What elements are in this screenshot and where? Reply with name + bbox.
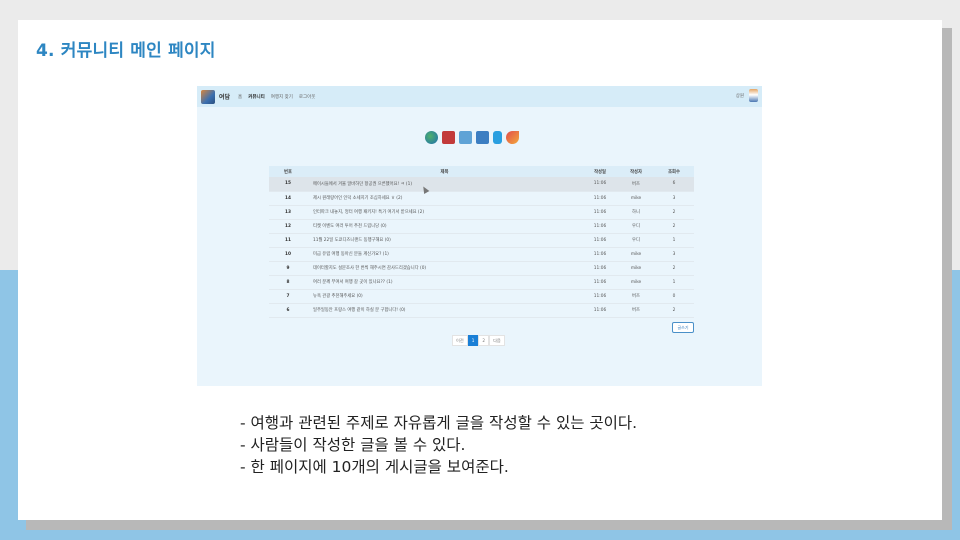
row-title-link[interactable]: 데이터할지도 설문조사 한 번씩 해주시면 감사드리겠습니다 (0): [307, 261, 582, 276]
row-date: 11:06: [582, 275, 618, 290]
table-row[interactable]: 15 메이시들에서 겨울 알바하던 항공권 으른했어요! ㅋ (1) 11:06 버즈…: [269, 177, 694, 192]
airplane-icon: [459, 131, 472, 144]
table-row[interactable]: 8 여러 분께 부여서 여행 갈 곳이 있나요?? (1) 11:06 mike 1: [269, 275, 694, 290]
row-date: 11:06: [582, 289, 618, 304]
community-screenshot: 여담 홈 커뮤니티 여행지 찾기 로그아웃 상원 번호 제목 작성일 작성자 조…: [197, 86, 762, 386]
pager-prev[interactable]: 이전: [452, 335, 468, 346]
table-row[interactable]: 10 미급 유럽 여행 동아신 분들 계신가요? (1) 11:06 mike 3: [269, 247, 694, 262]
row-author: mike: [618, 275, 654, 290]
pagination: 이전 1 2 다음: [452, 335, 505, 346]
table-row[interactable]: 9 데이터할지도 설문조사 한 번씩 해주시면 감사드리겠습니다 (0) 11:06…: [269, 261, 694, 276]
table-row[interactable]: 7 뉴욕 관광 추천해주세요 (0) 11:06 버즈 0: [269, 289, 694, 304]
header-date: 작성일: [582, 166, 618, 177]
brand-name[interactable]: 여담: [219, 92, 230, 101]
row-date: 11:06: [582, 247, 618, 262]
row-author: 우디: [618, 233, 654, 248]
row-views: 1: [654, 233, 694, 248]
row-author: 버즈: [618, 303, 654, 318]
row-author: mike: [618, 261, 654, 276]
row-number: 7: [269, 289, 307, 304]
row-author: 버즈: [618, 177, 654, 192]
row-number: 10: [269, 247, 307, 262]
table-row[interactable]: 13 인터파크 내놓지, 엉터 여행 패키지! 특가 여기서 받으세요 (2) 11…: [269, 205, 694, 220]
row-title-link[interactable]: 인터파크 내놓지, 엉터 여행 패키지! 특가 여기서 받으세요 (2): [307, 205, 582, 220]
row-date: 11:06: [582, 261, 618, 276]
luggage-icon: [493, 131, 502, 144]
row-views: 3: [654, 247, 694, 262]
header-author: 작성자: [618, 166, 654, 177]
row-views: 6: [654, 177, 694, 192]
row-author: 버즈: [618, 289, 654, 304]
row-views: 2: [654, 219, 694, 234]
row-author: mike: [618, 191, 654, 206]
pager-next[interactable]: 다음: [489, 335, 505, 346]
bullet-2: - 사람들이 작성한 글을 볼 수 있다.: [240, 436, 466, 454]
nav-user-name[interactable]: 상원: [736, 93, 744, 99]
row-title-link[interactable]: 티켓 이벤도 여러 투어 추천 드립니당 (0): [307, 219, 582, 234]
row-date: 11:06: [582, 177, 618, 192]
row-views: 2: [654, 205, 694, 220]
row-number: 12: [269, 219, 307, 234]
board-table: 번호 제목 작성일 작성자 조회수 15 메이시들에서 겨울 알바하던 항공권 으…: [269, 166, 694, 318]
row-title-link[interactable]: 여러 분께 부여서 여행 갈 곳이 있나요?? (1): [307, 275, 582, 290]
pager-page-1[interactable]: 1: [467, 335, 479, 346]
bullet-1: - 여행과 관련된 주제로 자유롭게 글을 작성할 수 있는 곳이다.: [240, 414, 638, 432]
table-row[interactable]: 11 11월 22일 도쿄디즈니랜드 동행구해요 (0) 11:06 우디 1: [269, 233, 694, 248]
row-date: 11:06: [582, 233, 618, 248]
row-author: 우디: [618, 219, 654, 234]
row-views: 0: [654, 289, 694, 304]
row-views: 2: [654, 303, 694, 318]
row-number: 13: [269, 205, 307, 220]
navbar: 여담 홈 커뮤니티 여행지 찾기 로그아웃 상원: [197, 86, 762, 107]
table-row[interactable]: 6 일주일동안 프랑스 여행 같이 하실 분 구합니다! (0) 11:06 버즈 2: [269, 303, 694, 318]
bullet-3: - 한 페이지에 10개의 게시글을 보여준다.: [240, 458, 509, 476]
slide-title: 4. 커뮤니티 메인 페이지: [36, 41, 216, 61]
row-views: 3: [654, 191, 694, 206]
row-views: 1: [654, 275, 694, 290]
write-button[interactable]: 글쓰기: [672, 322, 694, 333]
table-row[interactable]: 12 티켓 이벤도 여러 투어 추천 드립니당 (0) 11:06 우디 2: [269, 219, 694, 234]
row-date: 11:06: [582, 205, 618, 220]
table-header-row: 번호 제목 작성일 작성자 조회수: [269, 166, 694, 177]
row-number: 11: [269, 233, 307, 248]
train-icon: [442, 131, 455, 144]
row-number: 9: [269, 261, 307, 276]
nav-link-community[interactable]: 커뮤니티: [248, 94, 265, 100]
row-number: 14: [269, 191, 307, 206]
header-no: 번호: [269, 166, 307, 177]
row-title-link[interactable]: 메이시들에서 겨울 알바하던 항공권 으른했어요! ㅋ (1): [307, 177, 582, 192]
slide-bullets: - 여행과 관련된 주제로 자유롭게 글을 작성할 수 있는 곳이다. - 사람…: [240, 412, 637, 478]
row-title-link[interactable]: 일주일동안 프랑스 여행 같이 하실 분 구합니다! (0): [307, 303, 582, 318]
row-author: 하니: [618, 205, 654, 220]
row-title-link[interactable]: 11월 22일 도쿄디즈니랜드 동행구해요 (0): [307, 233, 582, 248]
emoji-banner: [425, 131, 519, 144]
row-number: 6: [269, 303, 307, 318]
row-number: 8: [269, 275, 307, 290]
nav-link-home[interactable]: 홈: [238, 94, 242, 100]
rocket-icon: [506, 131, 519, 144]
row-date: 11:06: [582, 303, 618, 318]
row-title-link[interactable]: 뉴욕 관광 추천해주세요 (0): [307, 289, 582, 304]
row-title-link[interactable]: 미급 유럽 여행 동아신 분들 계신가요? (1): [307, 247, 582, 262]
nav-link-find[interactable]: 여행지 찾기: [271, 94, 293, 100]
logo-icon[interactable]: [201, 89, 215, 104]
avatar[interactable]: [749, 89, 758, 102]
row-number: 15: [269, 177, 307, 192]
row-date: 11:06: [582, 219, 618, 234]
airplane-landing-icon: [476, 131, 489, 144]
globe-icon: [425, 131, 438, 144]
row-title-link[interactable]: 제시 원래랑어인 인덕 소세지기 조심하세요 ㅎ (2): [307, 191, 582, 206]
row-author: mike: [618, 247, 654, 262]
pager-page-2[interactable]: 2: [478, 335, 490, 346]
header-title: 제목: [307, 166, 582, 177]
nav-link-logout[interactable]: 로그아웃: [299, 94, 316, 100]
row-date: 11:06: [582, 191, 618, 206]
header-views: 조회수: [654, 166, 694, 177]
row-views: 2: [654, 261, 694, 276]
table-row[interactable]: 14 제시 원래랑어인 인덕 소세지기 조심하세요 ㅎ (2) 11:06 mike 3: [269, 191, 694, 206]
